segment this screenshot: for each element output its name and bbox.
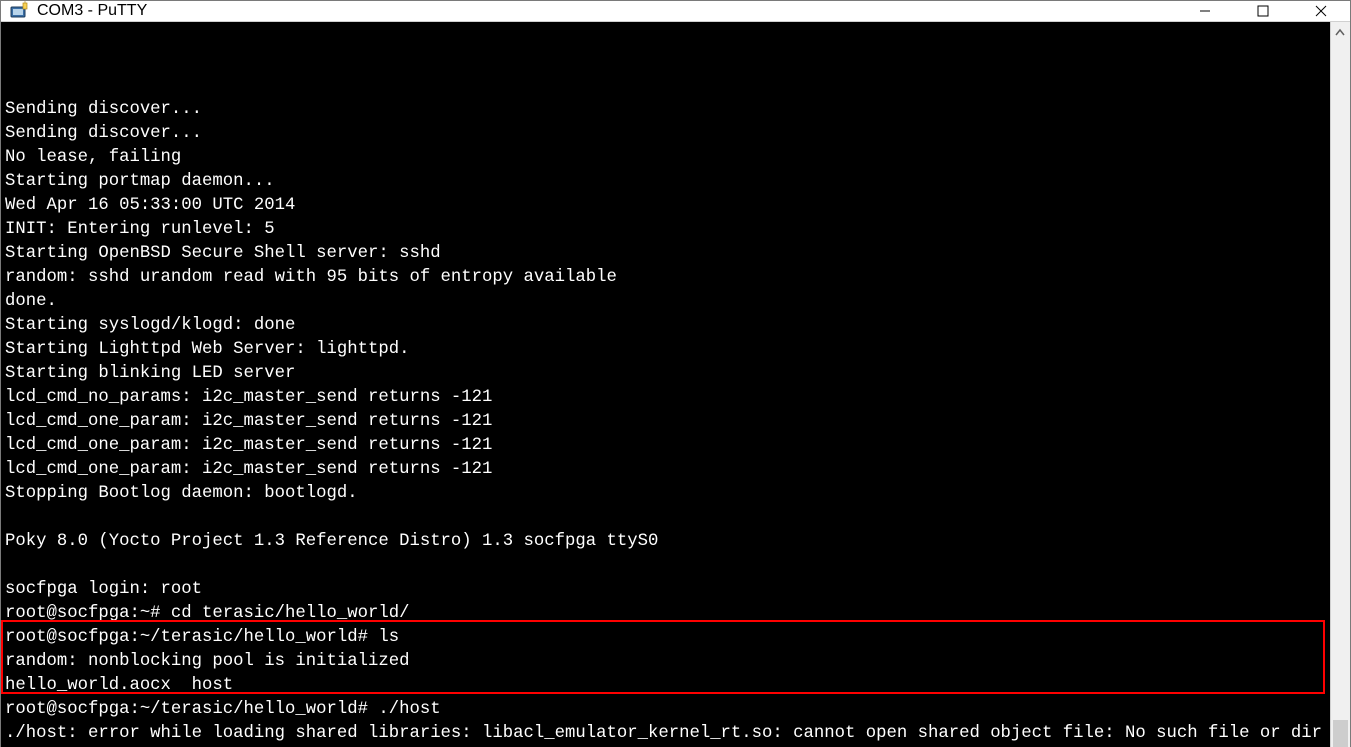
terminal-line: ./host: error while loading shared libra… bbox=[5, 722, 1326, 747]
minimize-button[interactable] bbox=[1176, 1, 1234, 21]
scrollbar-track[interactable] bbox=[1331, 43, 1350, 747]
terminal-area: Sending discover...Sending discover...No… bbox=[1, 22, 1350, 747]
terminal[interactable]: Sending discover...Sending discover...No… bbox=[1, 22, 1330, 747]
terminal-line bbox=[5, 554, 1326, 578]
scrollbar-thumb[interactable] bbox=[1333, 720, 1348, 747]
titlebar[interactable]: COM3 - PuTTY bbox=[1, 1, 1350, 22]
terminal-line: random: sshd urandom read with 95 bits o… bbox=[5, 266, 1326, 290]
terminal-line: lcd_cmd_no_params: i2c_master_send retur… bbox=[5, 386, 1326, 410]
terminal-line: done. bbox=[5, 290, 1326, 314]
terminal-line: Wed Apr 16 05:33:00 UTC 2014 bbox=[5, 194, 1326, 218]
terminal-line: lcd_cmd_one_param: i2c_master_send retur… bbox=[5, 458, 1326, 482]
terminal-line: lcd_cmd_one_param: i2c_master_send retur… bbox=[5, 434, 1326, 458]
terminal-line: Stopping Bootlog daemon: bootlogd. bbox=[5, 482, 1326, 506]
terminal-line: Starting blinking LED server bbox=[5, 362, 1326, 386]
putty-app-icon bbox=[9, 1, 29, 21]
terminal-line: root@socfpga:~# cd terasic/hello_world/ bbox=[5, 602, 1326, 626]
window-controls bbox=[1176, 1, 1350, 21]
terminal-line: Sending discover... bbox=[5, 98, 1326, 122]
putty-window: COM3 - PuTTY Sending discover...Sending … bbox=[0, 0, 1351, 747]
terminal-line bbox=[5, 506, 1326, 530]
close-button[interactable] bbox=[1292, 1, 1350, 21]
terminal-line: Starting portmap daemon... bbox=[5, 170, 1326, 194]
terminal-line: root@socfpga:~/terasic/hello_world# ls bbox=[5, 626, 1326, 650]
terminal-line: Starting OpenBSD Secure Shell server: ss… bbox=[5, 242, 1326, 266]
terminal-line: Starting Lighttpd Web Server: lighttpd. bbox=[5, 338, 1326, 362]
scroll-up-arrow-icon[interactable] bbox=[1331, 22, 1350, 43]
terminal-line: Starting syslogd/klogd: done bbox=[5, 314, 1326, 338]
terminal-line: No lease, failing bbox=[5, 146, 1326, 170]
terminal-line: Sending discover... bbox=[5, 122, 1326, 146]
terminal-line: random: nonblocking pool is initialized bbox=[5, 650, 1326, 674]
terminal-line: hello_world.aocx host bbox=[5, 674, 1326, 698]
vertical-scrollbar[interactable] bbox=[1330, 22, 1350, 747]
terminal-line: Poky 8.0 (Yocto Project 1.3 Reference Di… bbox=[5, 530, 1326, 554]
maximize-button[interactable] bbox=[1234, 1, 1292, 21]
terminal-line: lcd_cmd_one_param: i2c_master_send retur… bbox=[5, 410, 1326, 434]
terminal-line: INIT: Entering runlevel: 5 bbox=[5, 218, 1326, 242]
terminal-line: socfpga login: root bbox=[5, 578, 1326, 602]
window-title: COM3 - PuTTY bbox=[37, 2, 1176, 20]
terminal-line: root@socfpga:~/terasic/hello_world# ./ho… bbox=[5, 698, 1326, 722]
